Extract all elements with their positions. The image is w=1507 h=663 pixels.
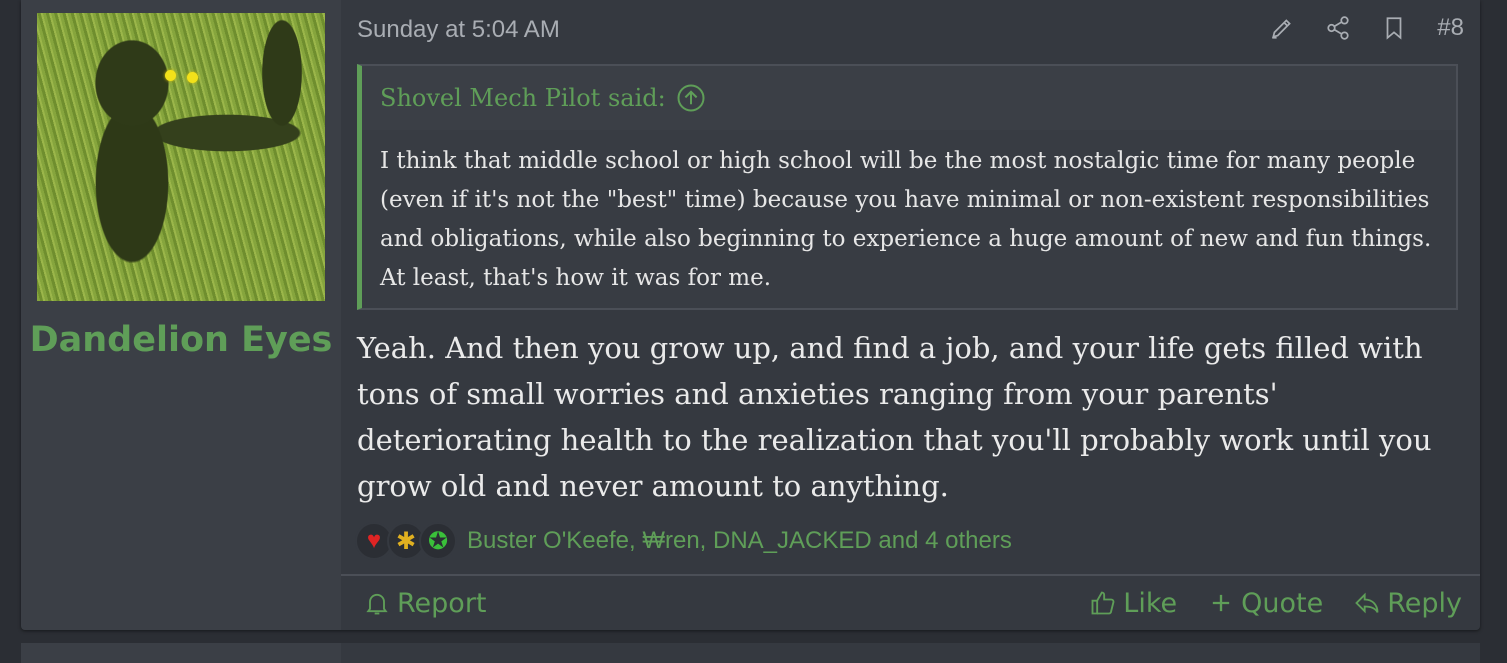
- reply-icon: [1355, 592, 1379, 614]
- edit-icon[interactable]: [1269, 15, 1295, 41]
- quote-text: I think that middle school or high schoo…: [380, 148, 1432, 291]
- reactions-bar[interactable]: ♥ ✱ ✪ Buster O'Keefe, ₩ren, DNA_JACKED a…: [355, 522, 1012, 560]
- post-actions-top: #8: [1269, 14, 1464, 42]
- arrow-up-circle-icon[interactable]: [676, 83, 706, 113]
- quote-author[interactable]: Shovel Mech Pilot said:: [380, 84, 666, 112]
- thumbs-up-icon: [1091, 591, 1115, 615]
- bell-icon: [366, 593, 388, 615]
- avatar-eye-left: [165, 70, 176, 81]
- star-icon: ✪: [419, 522, 457, 560]
- post-user-panel: Dandelion Eyes: [21, 0, 341, 630]
- like-button[interactable]: Like: [1089, 588, 1177, 619]
- report-button[interactable]: Report: [363, 588, 487, 619]
- post-body: Yeah. And then you grow up, and find a j…: [357, 331, 1432, 503]
- avatar-eye-right: [187, 72, 198, 83]
- footer-actions: Like Quote Reply: [1089, 588, 1462, 619]
- next-post-user-panel: [21, 643, 341, 663]
- share-icon[interactable]: [1325, 15, 1351, 41]
- quote-button[interactable]: Quote: [1207, 588, 1323, 619]
- quote-header[interactable]: Shovel Mech Pilot said:: [362, 66, 1456, 130]
- next-post-main: [341, 643, 1480, 663]
- post-main: Sunday at 5:04 AM #8 Shovel Mech Pilot s…: [341, 0, 1480, 630]
- reaction-icons: ♥ ✱ ✪: [355, 522, 457, 560]
- bookmark-icon[interactable]: [1381, 15, 1407, 41]
- quote-label: Quote: [1241, 587, 1324, 619]
- post-number[interactable]: #8: [1437, 14, 1464, 42]
- next-post: [21, 643, 1480, 663]
- reply-button[interactable]: Reply: [1353, 588, 1462, 619]
- username[interactable]: Dandelion Eyes: [21, 320, 341, 360]
- report-label: Report: [397, 587, 487, 619]
- post-date[interactable]: Sunday at 5:04 AM: [357, 16, 560, 44]
- reactions-list[interactable]: Buster O'Keefe, ₩ren, DNA_JACKED and 4 o…: [467, 527, 1012, 555]
- reply-label: Reply: [1387, 587, 1462, 619]
- avatar[interactable]: [37, 13, 325, 301]
- post-footer: Report Like Quote Reply: [341, 576, 1480, 630]
- like-label: Like: [1123, 587, 1178, 619]
- quote-block: Shovel Mech Pilot said: I think that mid…: [357, 64, 1458, 310]
- plus-icon: [1212, 594, 1230, 612]
- post: Dandelion Eyes Sunday at 5:04 AM #8 Shov…: [21, 0, 1480, 630]
